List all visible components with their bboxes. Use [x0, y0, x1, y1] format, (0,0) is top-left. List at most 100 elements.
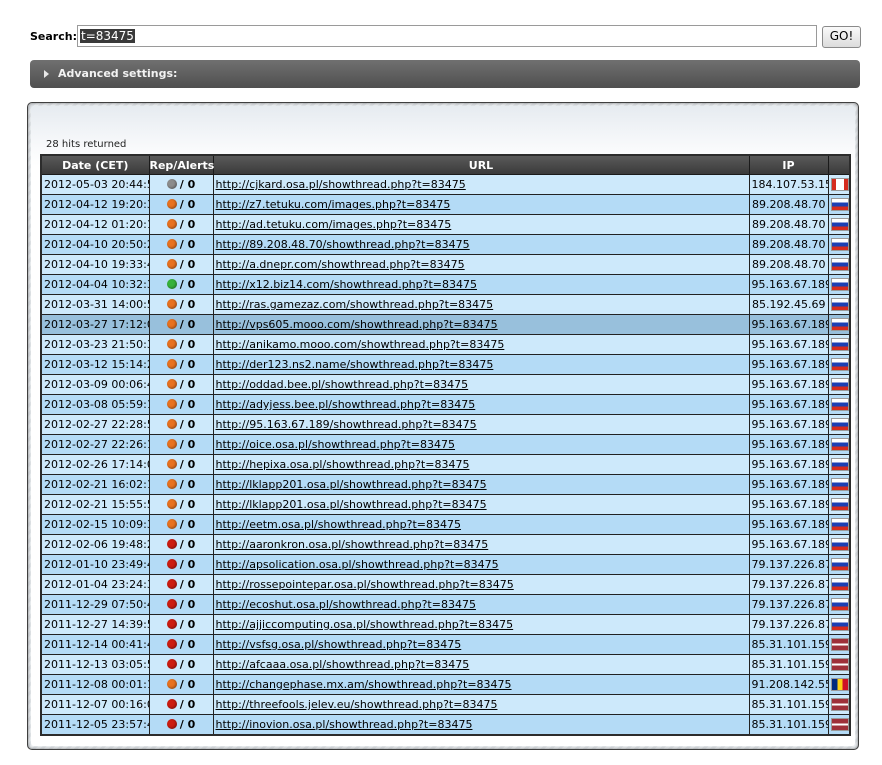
url-link[interactable]: http://cjkard.osa.pl/showthread.php?t=83…: [216, 178, 466, 191]
country-flag-icon: [830, 318, 849, 332]
country-flag-icon: [830, 638, 849, 652]
url-link[interactable]: http://inovion.osa.pl/showthread.php?t=8…: [216, 718, 473, 731]
url-link[interactable]: http://afcaaa.osa.pl/showthread.php?t=83…: [216, 658, 470, 671]
row-alerts: / 0: [179, 678, 196, 691]
row-country: [827, 614, 851, 635]
table-row: 2011-12-13 03:05:50 / 0 http://afcaaa.osa.…: [40, 654, 851, 675]
row-country: [827, 714, 851, 736]
row-reputation: / 0: [148, 274, 214, 295]
row-country: [827, 514, 851, 535]
row-ip: 85.31.101.159: [748, 714, 829, 736]
search-input[interactable]: t=83475: [77, 25, 817, 47]
country-flag-icon: [830, 458, 849, 472]
country-flag-icon: [830, 418, 849, 432]
row-date: 2011-12-14 00:41:46: [40, 634, 150, 655]
row-alerts: / 0: [179, 558, 196, 571]
url-link[interactable]: http://lklapp201.osa.pl/showthread.php?t…: [216, 478, 487, 491]
column-header-date[interactable]: Date (CET): [40, 154, 150, 175]
row-alerts: / 0: [179, 278, 196, 291]
country-flag-icon: [830, 178, 849, 192]
row-date: 2012-04-12 19:20:31: [40, 194, 150, 215]
search-input-value: t=83475: [80, 29, 135, 43]
row-date: 2012-03-23 21:50:35: [40, 334, 150, 355]
url-link[interactable]: http://threefools.jelev.eu/showthread.ph…: [216, 698, 498, 711]
url-link[interactable]: http://vps605.mooo.com/showthread.php?t=…: [216, 318, 498, 331]
row-reputation: / 0: [148, 214, 214, 235]
url-link[interactable]: http://anikamo.mooo.com/showthread.php?t…: [216, 338, 505, 351]
url-link[interactable]: http://changephase.mx.am/showthread.php?…: [216, 678, 512, 691]
advanced-settings-toggle[interactable]: Advanced settings:: [30, 60, 860, 88]
table-row: 2012-01-10 23:49:42 / 0 http://apsolicatio…: [40, 554, 851, 575]
row-reputation: / 0: [148, 334, 214, 355]
row-alerts: / 0: [179, 538, 196, 551]
url-link[interactable]: http://oice.osa.pl/showthread.php?t=8347…: [216, 438, 456, 451]
row-alerts: / 0: [179, 698, 196, 711]
row-date: 2012-04-10 20:50:21: [40, 234, 150, 255]
url-link[interactable]: http://lklapp201.osa.pl/showthread.php?t…: [216, 498, 487, 511]
status-dot-icon: [166, 559, 177, 569]
url-link[interactable]: http://89.208.48.70/showthread.php?t=834…: [216, 238, 470, 251]
row-reputation: / 0: [148, 374, 214, 395]
row-reputation: / 0: [148, 694, 214, 715]
row-ip: 95.163.67.189: [748, 534, 829, 555]
row-reputation: / 0: [148, 714, 214, 736]
url-link[interactable]: http://ecoshut.osa.pl/showthread.php?t=8…: [216, 598, 476, 611]
column-header-url[interactable]: URL: [212, 154, 750, 175]
row-url: http://afcaaa.osa.pl/showthread.php?t=83…: [212, 654, 750, 675]
table-row: 2012-05-03 20:44:52 / 0 http://cjkard.osa.…: [40, 174, 851, 195]
status-dot-icon: [166, 339, 177, 349]
country-flag-icon: [830, 718, 849, 732]
row-country: [827, 634, 851, 655]
row-reputation: / 0: [148, 494, 214, 515]
url-link[interactable]: http://ras.gamezaz.com/showthread.php?t=…: [216, 298, 494, 311]
row-date: 2012-03-31 14:00:57: [40, 294, 150, 315]
row-ip: 79.137.226.87: [748, 614, 829, 635]
country-flag-icon: [830, 518, 849, 532]
row-reputation: / 0: [148, 594, 214, 615]
row-country: [827, 254, 851, 275]
row-date: 2011-12-05 23:57:48: [40, 714, 150, 736]
row-url: http://a.dnepr.com/showthread.php?t=8347…: [212, 254, 750, 275]
row-reputation: / 0: [148, 454, 214, 475]
row-alerts: / 0: [179, 498, 196, 511]
go-button[interactable]: GO!: [822, 26, 861, 48]
row-ip: 95.163.67.189: [748, 454, 829, 475]
row-alerts: / 0: [179, 718, 196, 731]
status-dot-icon: [166, 399, 177, 409]
url-link[interactable]: http://z7.tetuku.com/images.php?t=83475: [216, 198, 451, 211]
country-flag-icon: [830, 538, 849, 552]
url-link[interactable]: http://95.163.67.189/showthread.php?t=83…: [216, 418, 477, 431]
row-alerts: / 0: [179, 298, 196, 311]
status-dot-icon: [166, 719, 177, 729]
row-reputation: / 0: [148, 554, 214, 575]
url-link[interactable]: http://a.dnepr.com/showthread.php?t=8347…: [216, 258, 465, 271]
url-link[interactable]: http://eetm.osa.pl/showthread.php?t=8347…: [216, 518, 461, 531]
row-reputation: / 0: [148, 354, 214, 375]
url-link[interactable]: http://apsolication.osa.pl/showthread.ph…: [216, 558, 499, 571]
row-ip: 85.192.45.69: [748, 294, 829, 315]
country-flag-icon: [830, 238, 849, 252]
url-link[interactable]: http://hepixa.osa.pl/showthread.php?t=83…: [216, 458, 470, 471]
status-dot-icon: [166, 219, 177, 229]
column-header-ip[interactable]: IP: [748, 154, 829, 175]
row-url: http://eetm.osa.pl/showthread.php?t=8347…: [212, 514, 750, 535]
column-header-rep[interactable]: Rep/Alerts: [148, 154, 214, 175]
url-link[interactable]: http://rossepointepar.osa.pl/showthread.…: [216, 578, 514, 591]
url-link[interactable]: http://aaronkron.osa.pl/showthread.php?t…: [216, 538, 489, 551]
country-flag-icon: [830, 218, 849, 232]
url-link[interactable]: http://x12.biz14.com/showthread.php?t=83…: [216, 278, 478, 291]
row-ip: 95.163.67.189: [748, 414, 829, 435]
row-url: http://rossepointepar.osa.pl/showthread.…: [212, 574, 750, 595]
table-row: 2012-04-10 20:50:21 / 0 http://89.208.48.7…: [40, 234, 851, 255]
row-date: 2012-04-12 01:20:17: [40, 214, 150, 235]
row-url: http://lklapp201.osa.pl/showthread.php?t…: [212, 474, 750, 495]
url-link[interactable]: http://der123.ns2.name/showthread.php?t=…: [216, 358, 494, 371]
row-date: 2011-12-08 00:01:15: [40, 674, 150, 695]
url-link[interactable]: http://adyjess.bee.pl/showthread.php?t=8…: [216, 398, 476, 411]
row-reputation: / 0: [148, 534, 214, 555]
url-link[interactable]: http://oddad.bee.pl/showthread.php?t=834…: [216, 378, 469, 391]
row-ip: 85.31.101.159: [748, 654, 829, 675]
url-link[interactable]: http://ad.tetuku.com/images.php?t=83475: [216, 218, 452, 231]
url-link[interactable]: http://ajjiccomputing.osa.pl/showthread.…: [216, 618, 514, 631]
url-link[interactable]: http://vsfsg.osa.pl/showthread.php?t=834…: [216, 638, 462, 651]
